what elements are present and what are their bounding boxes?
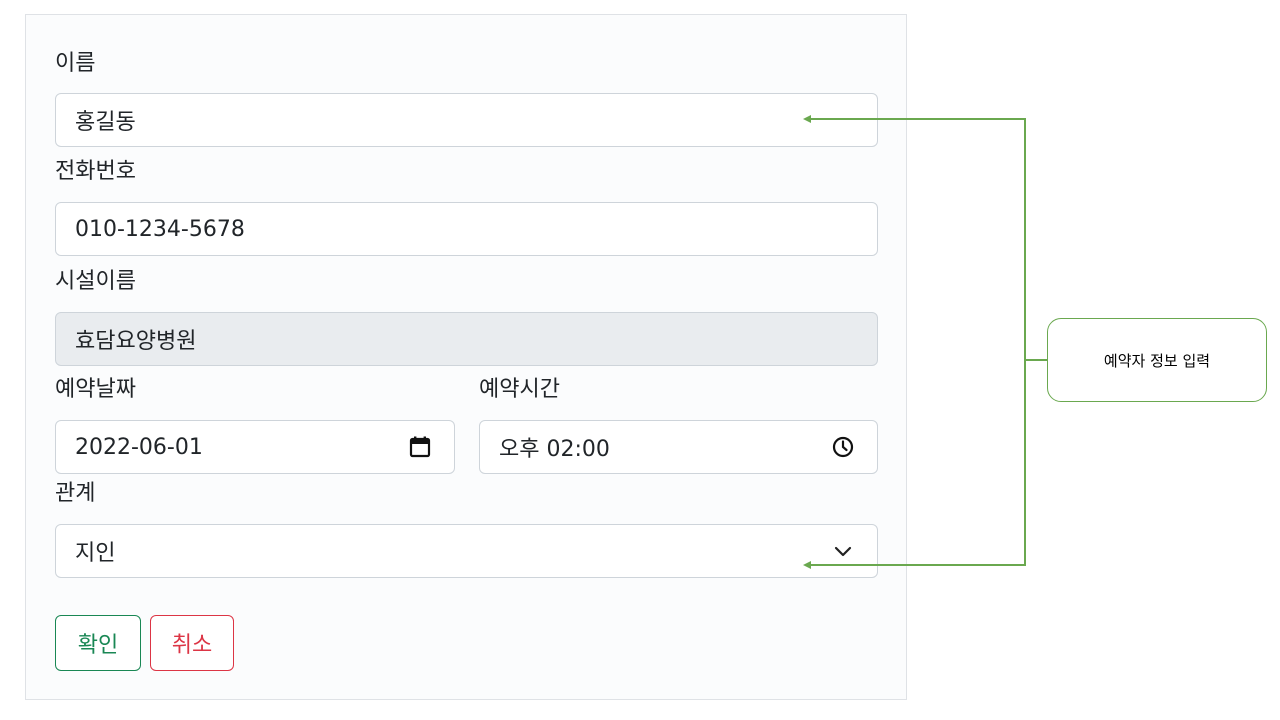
- relation-select-value: 지인: [75, 541, 116, 566]
- annotation-callout: 예약자 정보 입력: [1047, 318, 1267, 402]
- name-label: 이름: [55, 51, 96, 76]
- relation-label: 관계: [55, 481, 96, 506]
- calendar-icon[interactable]: [408, 435, 432, 459]
- annotation-callout-text: 예약자 정보 입력: [1103, 351, 1211, 370]
- cancel-button[interactable]: 취소: [150, 615, 234, 671]
- date-input-value: 2022-06-01: [75, 434, 203, 460]
- time-input[interactable]: 오후 02:00: [479, 420, 878, 474]
- time-label: 예약시간: [479, 377, 560, 402]
- clock-icon[interactable]: [831, 435, 855, 459]
- confirm-button[interactable]: 확인: [55, 615, 141, 671]
- facility-input: 효담요양병원: [55, 312, 878, 366]
- date-input[interactable]: 2022-06-01: [55, 420, 455, 474]
- chevron-down-icon: [831, 539, 855, 563]
- relation-select[interactable]: 지인: [55, 524, 878, 578]
- date-label: 예약날짜: [55, 377, 136, 402]
- phone-label: 전화번호: [55, 159, 136, 184]
- name-input-value: 홍길동: [75, 110, 136, 135]
- name-input[interactable]: 홍길동: [55, 93, 878, 147]
- phone-input-value: 010-1234-5678: [75, 216, 245, 242]
- facility-label: 시설이름: [55, 269, 136, 294]
- facility-input-value: 효담요양병원: [75, 329, 197, 354]
- phone-input[interactable]: 010-1234-5678: [55, 202, 878, 256]
- time-input-value: 오후 02:00: [499, 437, 610, 462]
